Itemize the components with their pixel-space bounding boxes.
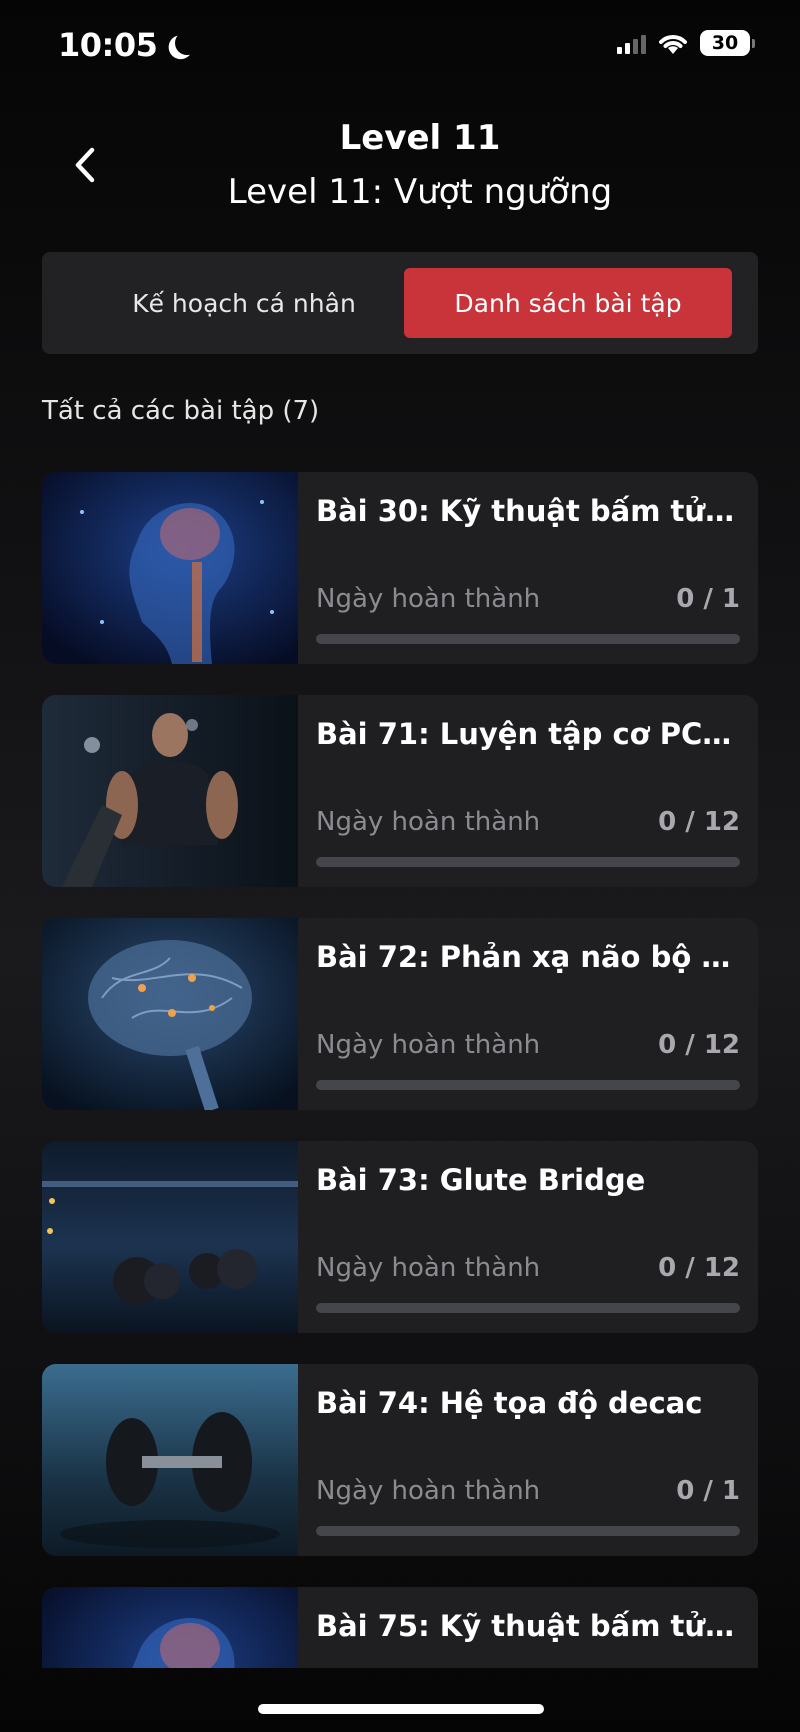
status-bar: 10:05 30	[0, 0, 800, 90]
tab-exercise-list[interactable]: Danh sách bài tập	[404, 268, 732, 338]
exercise-title: Bài 73: Glute Bridge	[316, 1163, 646, 1197]
gym-man-image	[42, 695, 298, 887]
exercise-title: Bài 72: Phản xạ não bộ level 11	[316, 940, 736, 974]
exercise-title: Bài 75: Kỹ thuật bấm tử huyệt	[316, 1609, 736, 1643]
progress-label: Ngày hoàn thành	[316, 807, 541, 837]
progress-bar	[316, 1303, 740, 1313]
page-title: Level 11	[339, 118, 501, 158]
progress-count: 0 / 12	[658, 1030, 740, 1060]
exercise-card[interactable]: Bài 71: Luyện tập cơ PC level 11 Ngày ho…	[42, 695, 758, 887]
page-subtitle: Level 11: Vượt ngưỡng	[227, 172, 613, 212]
exercise-title: Bài 30: Kỹ thuật bấm tử huyệt	[316, 494, 736, 528]
exercise-title: Bài 74: Hệ tọa độ decac	[316, 1386, 703, 1420]
section-label: Tất cả các bài tập (7)	[42, 396, 320, 426]
exercise-title: Bài 71: Luyện tập cơ PC level 11	[316, 717, 736, 751]
wifi-icon	[659, 35, 687, 54]
moon-icon	[173, 29, 201, 57]
segmented-tabs: Kế hoạch cá nhân Danh sách bài tập	[42, 252, 758, 354]
exercise-card[interactable]: Bài 73: Glute Bridge Ngày hoàn thành 0 /…	[42, 1141, 758, 1333]
status-icons: 30	[617, 30, 755, 56]
exercise-card[interactable]: Bài 74: Hệ tọa độ decac Ngày hoàn thành …	[42, 1364, 758, 1556]
progress-count: 0 / 12	[658, 1253, 740, 1283]
progress-bar	[316, 1526, 740, 1536]
battery-icon: 30	[700, 30, 755, 56]
progress-bar	[316, 857, 740, 867]
progress-count: 0 / 12	[658, 807, 740, 837]
progress-count: 0 / 1	[676, 584, 740, 614]
progress-label: Ngày hoàn thành	[316, 1030, 541, 1060]
progress-label: Ngày hoàn thành	[316, 1253, 541, 1283]
exercise-list[interactable]: Bài 30: Kỹ thuật bấm tử huyệt Ngày hoàn …	[42, 472, 758, 1668]
progress-label: Ngày hoàn thành	[316, 1476, 541, 1506]
dumbbell-image	[42, 1364, 298, 1556]
brain-image	[42, 918, 298, 1110]
battery-level: 30	[711, 32, 739, 54]
exercise-card[interactable]: Bài 72: Phản xạ não bộ level 11 Ngày hoà…	[42, 918, 758, 1110]
gym-dumbbells-image	[42, 1141, 298, 1333]
brain-spine-image	[42, 1587, 298, 1668]
progress-bar	[316, 634, 740, 644]
progress-label: Ngày hoàn thành	[316, 584, 541, 614]
tab-personal-plan[interactable]: Kế hoạch cá nhân	[58, 268, 430, 338]
cellular-signal-icon	[617, 32, 646, 54]
time-text: 10:05	[58, 26, 158, 64]
home-indicator[interactable]	[258, 1704, 544, 1714]
progress-count: 0 / 1	[676, 1476, 740, 1506]
progress-bar	[316, 1080, 740, 1090]
exercise-card[interactable]: Bài 30: Kỹ thuật bấm tử huyệt Ngày hoàn …	[42, 472, 758, 664]
brain-spine-image	[42, 472, 298, 664]
exercise-card[interactable]: Bài 75: Kỹ thuật bấm tử huyệt	[42, 1587, 758, 1668]
status-time: 10:05	[58, 26, 189, 64]
